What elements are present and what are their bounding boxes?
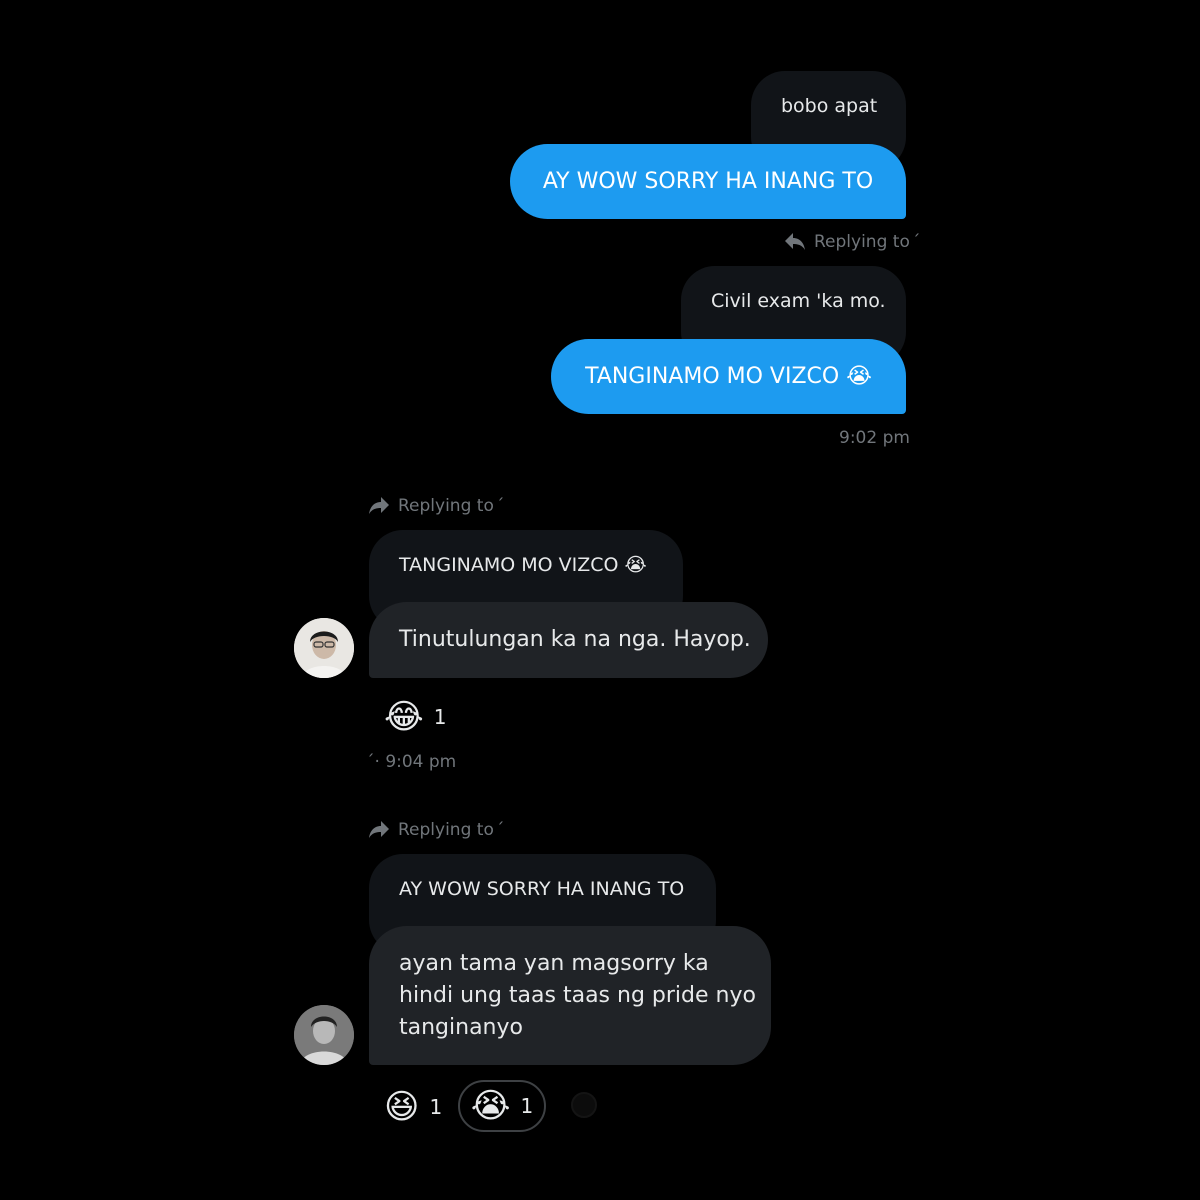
avatar[interactable] (294, 1005, 354, 1065)
reaction-emoji: 😂 (384, 697, 424, 737)
replying-to-text: Replying to (398, 820, 494, 840)
sent-message-text: TANGINAMO MO VIZCO 😭 (585, 364, 872, 389)
replying-to-text: Replying to (814, 232, 910, 252)
reaction-count: 1 (429, 1095, 443, 1119)
replying-to-mark: ˊ (495, 820, 505, 840)
replying-to-label[interactable]: Replying to ˊ (368, 496, 504, 516)
reaction-emoji: 😆 (384, 1087, 420, 1127)
reaction[interactable]: 😂 1 (384, 700, 446, 734)
received-message-line: hindi ung taas taas ng pride nyo (399, 983, 756, 1008)
sent-message-text: AY WOW SORRY HA INANG TO (542, 169, 874, 194)
quoted-message-text: bobo apat (781, 95, 878, 117)
replying-to-text: Replying to (398, 496, 494, 516)
quoted-message-text: Civil exam 'ka mo. (711, 290, 886, 312)
replying-to-label[interactable]: Replying to ˊ (784, 232, 920, 252)
reaction-emoji: 😭 (470, 1086, 511, 1126)
add-reaction-icon[interactable] (564, 1090, 604, 1120)
replying-to-label[interactable]: Replying to ˊ (368, 820, 504, 840)
forward-arrow-icon (369, 497, 389, 514)
sent-message-bubble[interactable]: TANGINAMO MO VIZCO 😭 (551, 339, 906, 414)
received-message-bubble[interactable]: Tinutulungan ka na nga. Hayop. (369, 602, 768, 678)
quoted-message-text: TANGINAMO MO VIZCO 😭 (399, 554, 647, 576)
message-timestamp: ˊ· 9:04 pm (366, 752, 456, 772)
received-message-bubble[interactable]: ayan tama yan magsorry ka hindi ung taas… (369, 926, 771, 1065)
avatar-image (294, 1005, 354, 1065)
replying-to-mark: ˊ (911, 232, 921, 252)
received-message-text: Tinutulungan ka na nga. Hayop. (399, 627, 751, 652)
reaction-count: 1 (433, 705, 447, 729)
avatar[interactable] (294, 618, 354, 678)
replying-to-mark: ˊ (495, 496, 505, 516)
received-message-line: ayan tama yan magsorry ka (399, 951, 709, 976)
reaction-count: 1 (520, 1094, 534, 1118)
message-timestamp: 9:02 pm (839, 428, 910, 448)
quoted-message-text: AY WOW SORRY HA INANG TO (399, 878, 685, 900)
avatar-image (294, 618, 354, 678)
received-message-line: tanginanyo (399, 1015, 523, 1040)
dm-conversation: bobo apat AY WOW SORRY HA INANG TO Reply… (0, 0, 1200, 1200)
reaction-selected[interactable]: 😭 1 (458, 1080, 546, 1132)
reaction[interactable]: 😆 1 (384, 1090, 442, 1124)
sent-message-bubble[interactable]: AY WOW SORRY HA INANG TO (510, 144, 906, 219)
timestamp-text: 9:04 pm (385, 752, 457, 772)
reply-icon (785, 233, 805, 250)
forward-arrow-icon (369, 821, 389, 838)
timestamp-prefix: ˊ· (366, 752, 380, 772)
